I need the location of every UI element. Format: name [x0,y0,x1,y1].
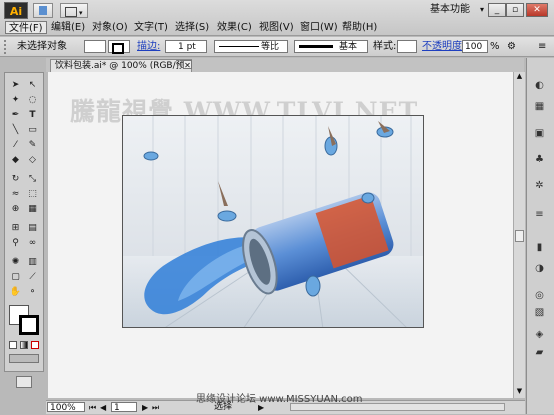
graphic-styles-icon[interactable]: ▧ [531,306,548,319]
menu-view[interactable]: 视图(V) [256,21,297,34]
gradient-panel-icon[interactable]: ▮ [531,241,548,254]
control-bar: 未选择对象 描边: 1 pt 等比 基本 样式: 不透明度: 100 % ⚙ ≡ [0,37,554,57]
rotate-tool-icon[interactable]: ↻ [8,173,23,185]
artwork-illustration [123,116,423,327]
gradient-mode-button[interactable] [20,341,28,349]
stroke-panel-icon[interactable]: ≡ [531,208,548,221]
direct-selection-tool-icon[interactable]: ↖ [25,79,40,91]
appearance-panel-icon[interactable]: ◎ [531,289,548,302]
perspective-grid-icon[interactable]: ▦ [25,203,40,215]
vertical-scrollbar[interactable]: ▲ ▼ [513,72,525,398]
color-panel-icon[interactable]: ◐ [531,79,548,92]
lasso-tool-icon[interactable]: ◌ [25,94,40,106]
eraser-tool-icon[interactable]: ◇ [25,154,40,166]
page-number-input[interactable]: 1 [111,402,137,413]
zoom-select[interactable]: 100% [47,402,85,413]
app-logo: Ai [4,2,28,19]
brush-tool-icon[interactable]: ⁄ [8,139,23,151]
transparency-panel-icon[interactable]: ◑ [531,262,548,275]
magic-wand-icon[interactable]: ✦ [8,94,23,106]
vertical-scroll-thumb[interactable] [515,230,524,242]
stroke-weight-value: 1 pt [178,42,196,52]
menu-object[interactable]: 对象(O) [89,21,131,34]
zoom-tool-icon[interactable]: ⚬ [25,286,40,298]
workspace-switcher[interactable]: 基本功能 [430,3,480,17]
hand-tool-icon[interactable]: ✋ [8,286,23,298]
brush-label: 基本 [339,42,358,52]
brush-definition[interactable]: 基本 [294,40,368,53]
color-guide-icon[interactable]: ▦ [531,100,548,113]
panel-menu-icon[interactable]: ≡ [538,41,546,53]
arrange-documents-button[interactable]: ▾ [60,3,88,18]
graphic-style-select[interactable] [397,40,417,53]
opacity-input[interactable]: 100 [462,40,488,53]
blend-tool-icon[interactable]: ∞ [25,237,40,249]
opacity-link[interactable]: 不透明度: [422,41,465,53]
stroke-link[interactable]: 描边: [137,41,160,53]
slice-tool-icon[interactable]: ⟋ [25,271,40,283]
brushes-panel-icon[interactable]: ♣ [531,153,548,166]
fill-swatch[interactable] [84,40,106,53]
stroke-color-box[interactable] [19,315,39,335]
column-graph-icon[interactable]: ▥ [25,256,40,268]
swatches-panel-icon[interactable]: ▣ [531,127,548,140]
menu-type[interactable]: 文字(T) [131,21,171,34]
document-tab[interactable]: 饮料包装.ai* @ 100% (RGB/预览) [50,59,192,83]
chevron-down-icon[interactable]: ▾ [480,5,484,14]
grip-handle[interactable] [4,40,7,54]
blob-brush-icon[interactable]: ◆ [8,154,23,166]
document-setup-icon[interactable]: ⚙ [507,41,516,53]
rectangle-tool-icon[interactable]: ▭ [25,124,40,136]
menu-edit[interactable]: 编辑(E) [48,21,88,34]
style-label: 样式: [373,41,397,52]
selection-tool-icon[interactable]: ➤ [8,79,23,91]
menu-select[interactable]: 选择(S) [172,21,212,34]
maximize-button[interactable]: ▫ [506,3,524,17]
eyedropper-tool-icon[interactable]: ⚲ [8,237,23,249]
stroke-swatch[interactable] [108,40,130,54]
pen-tool-icon[interactable]: ✒ [8,109,23,121]
artboard[interactable] [122,115,424,328]
gradient-tool-icon[interactable]: ▤ [25,222,40,234]
scale-tool-icon[interactable]: ⤡ [25,173,40,185]
layers-panel-icon[interactable]: ◈ [531,328,548,341]
symbol-sprayer-icon[interactable]: ✺ [8,256,23,268]
line-tool-icon[interactable]: ╲ [8,124,23,136]
stroke-weight-select[interactable]: 1 pt [165,40,207,53]
draw-mode-buttons[interactable] [9,354,39,363]
menu-help[interactable]: 帮助(H) [339,21,380,34]
close-tab-icon[interactable]: ✕ [183,60,192,70]
symbols-panel-icon[interactable]: ✲ [531,179,548,192]
previous-page-icon[interactable]: ◀ [100,402,106,413]
close-button[interactable]: ✕ [526,3,548,17]
last-page-icon[interactable]: ⏭ [152,402,159,413]
free-transform-icon[interactable]: ⬚ [25,188,40,200]
selection-status: 未选择对象 [17,41,67,52]
menu-effect[interactable]: 效果(C) [214,21,255,34]
none-mode-button[interactable] [31,341,39,349]
tools-panel: ➤ ↖ ✦ ◌ ✒ T ╲ ▭ ⁄ ✎ ◆ ◇ ↻ ⤡ ≈ ⬚ ⊕ ▦ ⊞ ▤ … [4,72,44,372]
bridge-button[interactable] [33,3,53,18]
type-tool-icon[interactable]: T [25,109,40,121]
shape-builder-icon[interactable]: ⊕ [8,203,23,215]
artboards-panel-icon[interactable]: ▰ [531,346,548,359]
title-menu-bar: Ai ▾ 基本功能 ▾ _ ▫ ✕ 文件(F) 编辑(E) 对象(O) 文字(T… [0,0,554,36]
percent-sign: % [490,41,500,52]
screen-mode-button[interactable] [16,376,32,388]
mesh-tool-icon[interactable]: ⊞ [8,222,23,234]
menu-file[interactable]: 文件(F) [5,21,47,34]
pencil-tool-icon[interactable]: ✎ [25,139,40,151]
variable-width-profile[interactable]: 等比 [214,40,288,53]
warp-tool-icon[interactable]: ≈ [8,188,23,200]
scroll-down-icon[interactable]: ▼ [515,387,524,396]
profile-label: 等比 [261,42,280,52]
color-mode-button[interactable] [9,341,17,349]
footer-watermark: 思缘设计论坛 www.MISSYUAN.com [196,394,363,405]
menu-window[interactable]: 窗口(W) [297,21,341,34]
scroll-up-icon[interactable]: ▲ [515,72,524,81]
first-page-icon[interactable]: ⏮ [89,402,96,413]
next-page-icon[interactable]: ▶ [142,402,148,413]
minimize-button[interactable]: _ [488,3,506,17]
artboard-tool-icon[interactable]: ▢ [8,271,23,283]
